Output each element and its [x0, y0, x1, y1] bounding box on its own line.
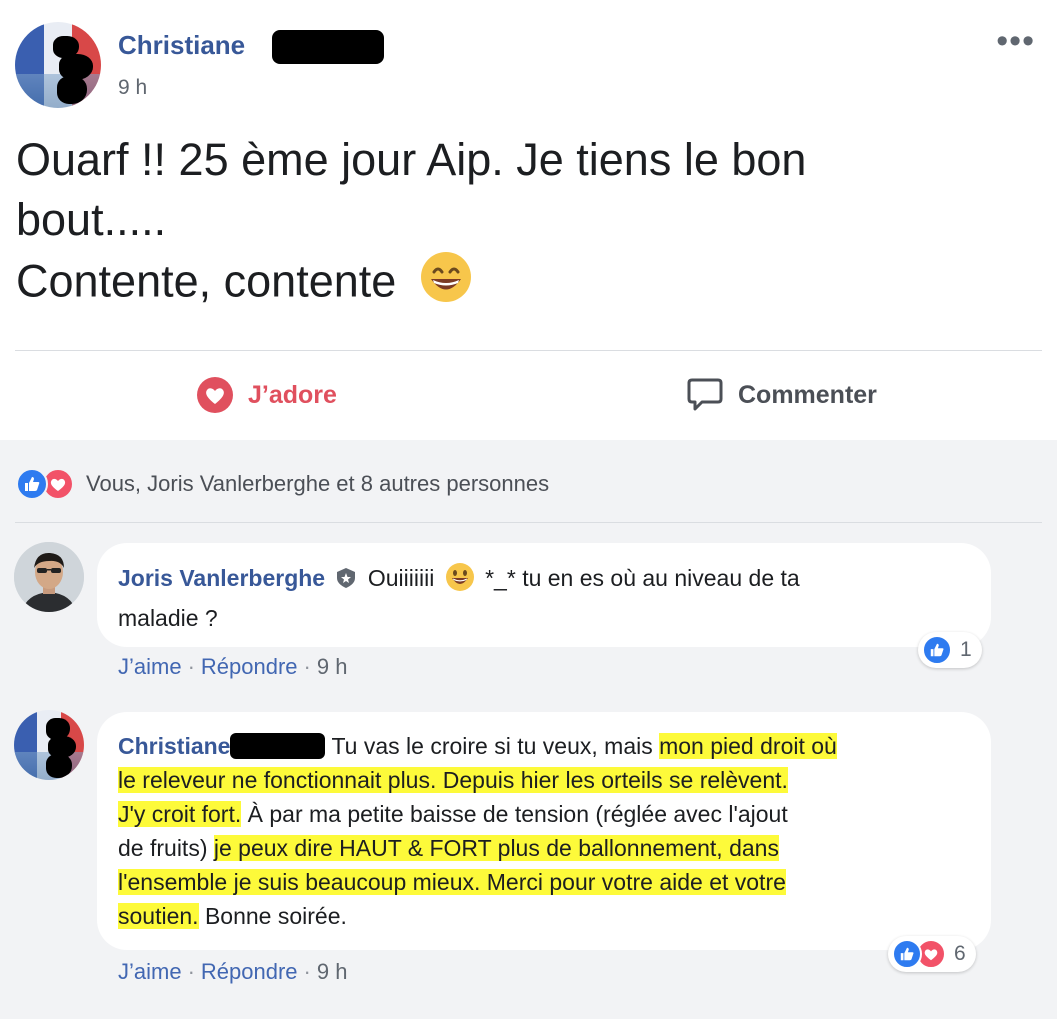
post-text-line: Ouarf !! 25 ème jour Aip. Je tiens le bo…	[16, 134, 807, 185]
comment-meta: J’aime · Répondre · 9 h	[118, 654, 348, 679]
highlighted-text: le releveur ne fonctionnait plus. Depuis…	[118, 767, 788, 793]
comment-timestamp[interactable]: 9 h	[317, 959, 348, 984]
like-comment-link[interactable]: J’aime	[118, 654, 182, 679]
comment-text-part: maladie ?	[118, 605, 218, 631]
highlighted-text: je peux dire HAUT & FORT plus de ballonn…	[213, 835, 779, 861]
verified-badge-icon	[335, 564, 357, 598]
redacted-surname	[272, 30, 384, 64]
comment-meta: J’aime · Répondre · 9 h	[118, 959, 348, 984]
more-options-icon[interactable]: •••	[996, 22, 1035, 61]
post-text-line-with-emoji: Contente, contente	[16, 250, 1016, 319]
comment-text-part: Tu vas le croire si tu veux, mais	[331, 733, 660, 759]
love-label: J’adore	[248, 380, 337, 409]
highlighted-text: l'ensemble je suis beaucoup mieux. Merci…	[118, 869, 786, 895]
post-text-line: Contente, contente	[16, 255, 397, 307]
comment-text-part: Ouiiiiiii	[367, 565, 435, 591]
comment-author-name[interactable]: Christiane	[118, 733, 230, 759]
comment-author-name[interactable]: Joris Vanlerberghe	[118, 565, 325, 591]
post-body: Ouarf !! 25 ème jour Aip. Je tiens le bo…	[16, 130, 1016, 319]
heart-icon	[196, 376, 234, 414]
comment-text: Joris Vanlerberghe Ouiiiiiii *_* tu en e…	[118, 561, 978, 635]
reactions-summary-text: Vous, Joris Vanlerberghe et 8 autres per…	[86, 471, 550, 496]
highlighted-text: mon pied droit où	[659, 733, 837, 759]
comment-text: Christiane Tu vas le croire si tu veux, …	[118, 729, 988, 933]
commenter-avatar[interactable]	[14, 542, 84, 612]
comment-label: Commenter	[738, 380, 877, 409]
redacted-surname	[230, 733, 326, 759]
post-text-line: bout.....	[16, 194, 167, 245]
divider	[15, 522, 1042, 523]
reaction-count: 6	[954, 942, 966, 965]
comment-text-part: À par ma petite baisse de tension (réglé…	[241, 801, 788, 827]
reply-link[interactable]: Répondre	[201, 654, 298, 679]
reactions-summary[interactable]: Vous, Joris Vanlerberghe et 8 autres per…	[16, 468, 549, 500]
like-icon	[892, 939, 922, 969]
divider	[15, 350, 1042, 351]
post-card: Christiane 9 h ••• Ouarf !! 25 ème jour …	[0, 0, 1057, 440]
love-button[interactable]: J’adore	[196, 372, 337, 418]
comment-bubble-icon	[686, 377, 724, 413]
comment-text-part: *_* tu en es où au niveau de ta	[485, 565, 800, 591]
reaction-count: 1	[960, 638, 972, 661]
commenter-avatar[interactable]	[14, 710, 84, 780]
grinning-face-emoji-icon	[419, 250, 473, 319]
post-author-name[interactable]: Christiane	[118, 30, 245, 61]
grinning-face-emoji-icon	[445, 562, 475, 601]
comment-button[interactable]: Commenter	[686, 372, 877, 418]
comment-reaction-badge[interactable]: 6	[888, 936, 976, 972]
highlighted-text: J'y croit fort.	[118, 801, 242, 827]
comment-text-part: Bonne soirée.	[198, 903, 347, 929]
post-timestamp[interactable]: 9 h	[118, 76, 147, 100]
comment-reaction-badge[interactable]: 1	[918, 632, 982, 668]
like-icon	[16, 468, 48, 500]
highlighted-text: soutien.	[118, 903, 199, 929]
author-avatar[interactable]	[15, 22, 101, 108]
like-icon	[922, 635, 952, 665]
comment-timestamp[interactable]: 9 h	[317, 654, 348, 679]
comment-text-part: de fruits)	[118, 835, 214, 861]
reply-link[interactable]: Répondre	[201, 959, 298, 984]
like-comment-link[interactable]: J’aime	[118, 959, 182, 984]
